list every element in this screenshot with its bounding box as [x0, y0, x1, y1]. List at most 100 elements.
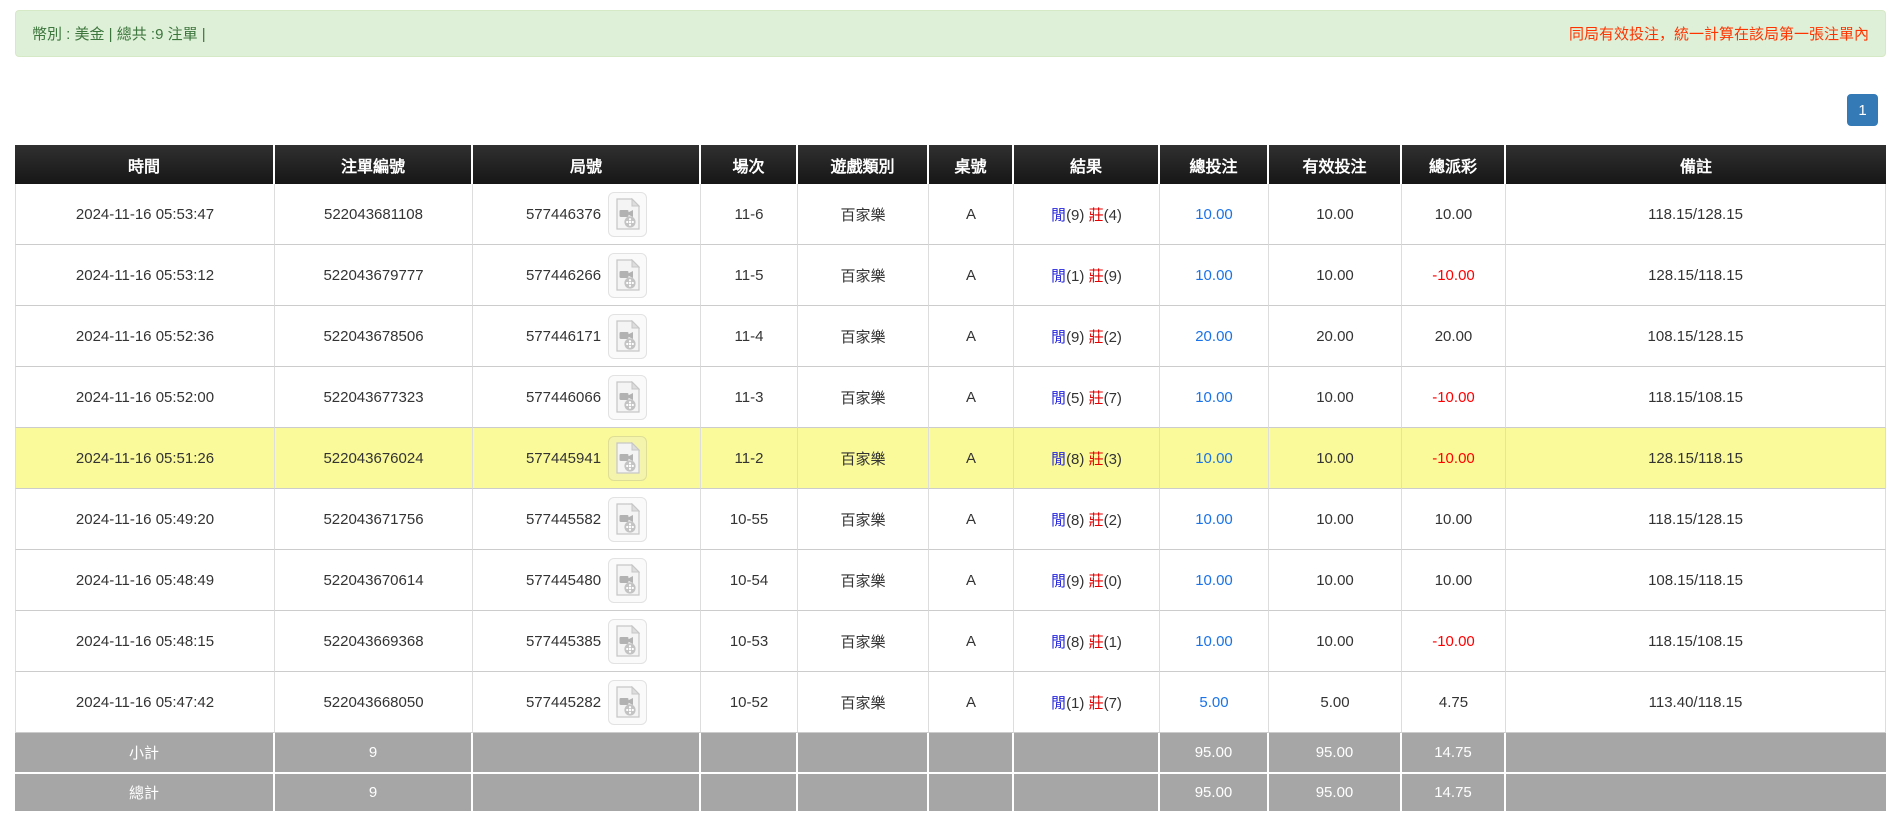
- table-row: 2024-11-16 05:53:12 522043679777 5774462…: [15, 245, 1886, 306]
- banker-result-score: (7): [1104, 390, 1122, 407]
- payout-value: -10.00: [1432, 450, 1475, 467]
- total-bet-link[interactable]: 10.00: [1195, 572, 1233, 589]
- time-cell: 2024-11-16 05:48:49: [15, 550, 275, 611]
- round-id-cell: 577446066: [473, 367, 701, 428]
- payout-cell: 10.00: [1402, 489, 1506, 550]
- valid-bet-cell: 20.00: [1269, 306, 1402, 367]
- video-replay-button[interactable]: [608, 253, 647, 298]
- session-cell: 11-4: [701, 306, 798, 367]
- subtotal-total-bet: 95.00: [1160, 733, 1269, 772]
- table-no-cell: A: [929, 550, 1014, 611]
- video-replay-button[interactable]: [608, 375, 647, 420]
- column-header-bet-id: 注單編號: [275, 145, 473, 184]
- table-no-cell: A: [929, 367, 1014, 428]
- session-cell: 10-54: [701, 550, 798, 611]
- video-replay-button[interactable]: [608, 680, 647, 725]
- column-header-payout: 總派彩: [1402, 145, 1506, 184]
- payout-value: 20.00: [1435, 328, 1473, 345]
- round-id-value: 577445385: [526, 633, 601, 650]
- player-result-label: 閒: [1051, 512, 1066, 529]
- total-bet-cell: 10.00: [1160, 611, 1269, 672]
- remark-cell: 118.15/108.15: [1506, 611, 1886, 672]
- round-id-value: 577445582: [526, 511, 601, 528]
- table-row: 2024-11-16 05:52:36 522043678506 5774461…: [15, 306, 1886, 367]
- total-bet-cell: 10.00: [1160, 245, 1269, 306]
- time-cell: 2024-11-16 05:52:00: [15, 367, 275, 428]
- total-bet-link[interactable]: 20.00: [1195, 328, 1233, 345]
- payout-cell: -10.00: [1402, 428, 1506, 489]
- empty-cell: [929, 733, 1014, 772]
- session-cell: 10-53: [701, 611, 798, 672]
- video-replay-icon: [615, 320, 641, 352]
- total-bet-link[interactable]: 10.00: [1195, 206, 1233, 223]
- pagination-page-1-button[interactable]: 1: [1847, 94, 1878, 126]
- bet-id-cell: 522043670614: [275, 550, 473, 611]
- round-id-cell: 577445582: [473, 489, 701, 550]
- total-payout: 14.75: [1402, 772, 1506, 811]
- banker-result-label: 莊: [1089, 573, 1104, 590]
- session-cell: 10-52: [701, 672, 798, 733]
- payout-cell: -10.00: [1402, 245, 1506, 306]
- player-result-score: (9): [1066, 573, 1084, 590]
- player-result-score: (5): [1066, 390, 1084, 407]
- total-bet-cell: 10.00: [1160, 489, 1269, 550]
- valid-bet-cell: 10.00: [1269, 550, 1402, 611]
- video-replay-button[interactable]: [608, 497, 647, 542]
- result-cell: 閒(9) 莊(0): [1014, 550, 1160, 611]
- empty-cell: [1506, 772, 1886, 811]
- total-bet-link[interactable]: 10.00: [1195, 389, 1233, 406]
- column-header-table-no: 桌號: [929, 145, 1014, 184]
- video-replay-icon: [615, 503, 641, 535]
- video-replay-button[interactable]: [608, 436, 647, 481]
- empty-cell: [1014, 733, 1160, 772]
- bet-id-cell: 522043678506: [275, 306, 473, 367]
- payout-cell: -10.00: [1402, 611, 1506, 672]
- table-footer: 小計 9 95.00 95.00 14.75 總計 9: [15, 733, 1886, 811]
- result-cell: 閒(8) 莊(2): [1014, 489, 1160, 550]
- payout-value: 10.00: [1435, 511, 1473, 528]
- total-bet-link[interactable]: 10.00: [1195, 511, 1233, 528]
- valid-bet-cell: 10.00: [1269, 367, 1402, 428]
- video-replay-button[interactable]: [608, 558, 647, 603]
- game-type-cell: 百家樂: [798, 611, 929, 672]
- total-bet-link[interactable]: 10.00: [1195, 633, 1233, 650]
- player-result-score: (9): [1066, 207, 1084, 224]
- subtotal-valid-bet: 95.00: [1269, 733, 1402, 772]
- total-valid-bet: 95.00: [1269, 772, 1402, 811]
- payout-cell: 10.00: [1402, 184, 1506, 245]
- game-type-cell: 百家樂: [798, 672, 929, 733]
- total-bet-link[interactable]: 10.00: [1195, 450, 1233, 467]
- remark-cell: 128.15/118.15: [1506, 245, 1886, 306]
- result-cell: 閒(8) 莊(3): [1014, 428, 1160, 489]
- video-replay-button[interactable]: [608, 619, 647, 664]
- banker-result-label: 莊: [1089, 634, 1104, 651]
- session-cell: 11-5: [701, 245, 798, 306]
- player-result-score: (8): [1066, 634, 1084, 651]
- video-replay-button[interactable]: [608, 192, 647, 237]
- notice-text: 同局有效投注，統一計算在該局第一張注單內: [1569, 23, 1869, 44]
- player-result-label: 閒: [1051, 634, 1066, 651]
- video-replay-button[interactable]: [608, 314, 647, 359]
- round-id-value: 577446066: [526, 389, 601, 406]
- empty-cell: [1506, 733, 1886, 772]
- empty-cell: [473, 733, 701, 772]
- player-result-label: 閒: [1051, 451, 1066, 468]
- remark-cell: 118.15/108.15: [1506, 367, 1886, 428]
- empty-cell: [473, 772, 701, 811]
- remark-cell: 108.15/128.15: [1506, 306, 1886, 367]
- session-cell: 11-3: [701, 367, 798, 428]
- bet-history-table-container: 時間 注單編號 局號 場次 遊戲類別 桌號 結果 總投注 有效投注 總派彩 備註…: [15, 145, 1886, 811]
- banker-result-score: (7): [1104, 695, 1122, 712]
- table-no-cell: A: [929, 489, 1014, 550]
- table-no-cell: A: [929, 245, 1014, 306]
- payout-cell: 20.00: [1402, 306, 1506, 367]
- valid-bet-cell: 10.00: [1269, 611, 1402, 672]
- table-body: 2024-11-16 05:53:47 522043681108 5774463…: [15, 184, 1886, 733]
- total-bet-link[interactable]: 5.00: [1199, 694, 1228, 711]
- player-result-label: 閒: [1051, 268, 1066, 285]
- result-cell: 閒(1) 莊(9): [1014, 245, 1160, 306]
- banker-result-label: 莊: [1089, 512, 1104, 529]
- table-row: 2024-11-16 05:47:42 522043668050 5774452…: [15, 672, 1886, 733]
- player-result-label: 閒: [1051, 329, 1066, 346]
- total-bet-link[interactable]: 10.00: [1195, 267, 1233, 284]
